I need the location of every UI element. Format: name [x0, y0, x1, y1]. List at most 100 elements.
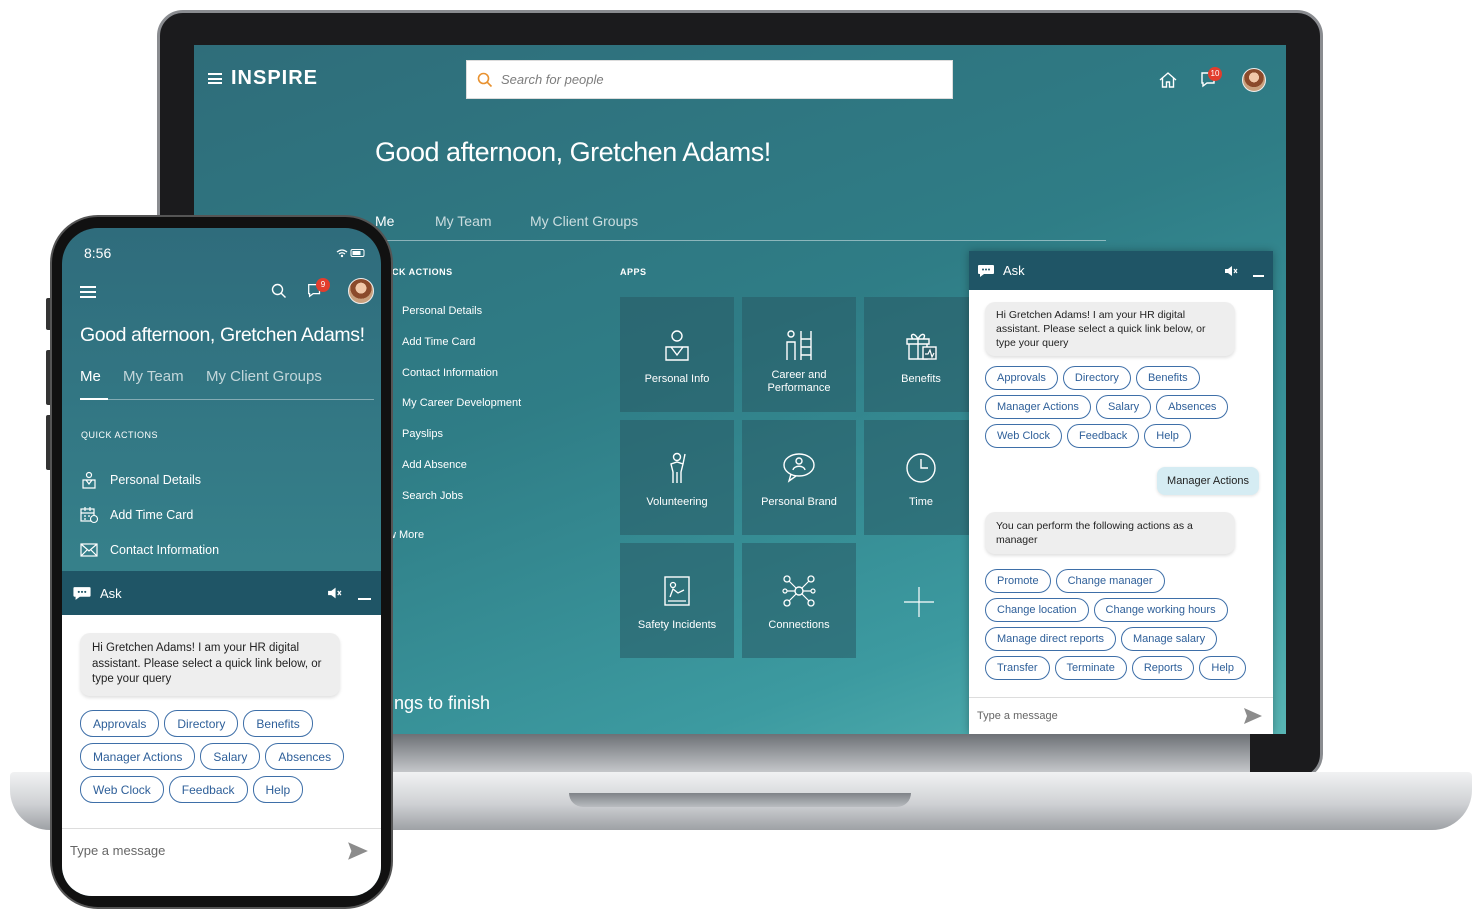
- chip-approvals[interactable]: Approvals: [80, 710, 160, 737]
- chip-reports[interactable]: Reports: [1131, 656, 1195, 680]
- chip-change-working-hours[interactable]: Change working hours: [1093, 598, 1228, 622]
- chip-change-location[interactable]: Change location: [985, 598, 1089, 622]
- chip-manage-salary[interactable]: Manage salary: [1121, 627, 1218, 651]
- clock-icon: [906, 453, 936, 483]
- chip-manager-actions[interactable]: Manager Actions: [985, 395, 1091, 419]
- chip-terminate[interactable]: Terminate: [1054, 656, 1127, 680]
- manager-links-row: Transfer Terminate Reports Help: [985, 656, 1251, 680]
- quick-action-personal-details[interactable]: Personal Details: [80, 471, 201, 489]
- search-input[interactable]: [501, 72, 921, 87]
- send-icon[interactable]: [1243, 707, 1263, 725]
- chip-absences[interactable]: Absences: [265, 743, 345, 770]
- chip-manager-actions[interactable]: Manager Actions: [80, 743, 196, 770]
- avatar[interactable]: [1242, 68, 1266, 92]
- tab-my-team[interactable]: My Team: [435, 213, 492, 229]
- quick-action-contact-information[interactable]: Contact Information: [80, 541, 219, 559]
- chip-web-clock[interactable]: Web Clock: [80, 776, 164, 803]
- notification-badge: 10: [1208, 67, 1222, 81]
- manager-links-row: Manage direct reports Manage salary: [985, 627, 1222, 651]
- chip-help-manager[interactable]: Help: [1199, 656, 1246, 680]
- quick-action-my-career-development[interactable]: My Career Development: [402, 397, 521, 428]
- chat-title: Ask: [100, 585, 122, 601]
- quick-actions-title: CK ACTIONS: [392, 267, 453, 277]
- mute-icon[interactable]: [327, 587, 342, 600]
- menu-icon[interactable]: [80, 286, 96, 298]
- search-icon: [477, 72, 493, 87]
- minimize-button[interactable]: [1253, 275, 1264, 277]
- assistant-message: Hi Gretchen Adams! I am your HR digital …: [985, 302, 1235, 356]
- message-input[interactable]: [977, 710, 1243, 722]
- quick-action-payslips[interactable]: Payslips: [402, 428, 521, 459]
- active-tab-indicator: [80, 398, 108, 400]
- app-tile-personal-info[interactable]: Personal Info: [620, 297, 734, 412]
- chip-web-clock[interactable]: Web Clock: [985, 424, 1062, 448]
- quick-links-row: Web Clock Feedback Help: [80, 776, 308, 803]
- chip-benefits[interactable]: Benefits: [1135, 366, 1200, 390]
- quick-actions-list: Personal Details Add Time Card Contact I…: [402, 305, 521, 521]
- chat-bubble-icon: [73, 586, 91, 600]
- app-tile-career-performance[interactable]: Career and Performance: [742, 297, 856, 412]
- status-icons: [336, 249, 365, 258]
- tab-my-client-groups[interactable]: My Client Groups: [530, 213, 638, 229]
- home-icon[interactable]: [1158, 71, 1178, 89]
- manager-links-row: Change location Change working hours: [985, 598, 1233, 622]
- tab-me[interactable]: Me: [375, 213, 394, 229]
- chat-header: Ask: [62, 571, 381, 615]
- mute-icon[interactable]: [1224, 265, 1238, 277]
- quick-action-add-time-card[interactable]: Add Time Card: [80, 506, 193, 524]
- chip-absences[interactable]: Absences: [1156, 395, 1229, 419]
- chip-salary[interactable]: Salary: [200, 743, 261, 770]
- app-tile-time[interactable]: Time: [864, 420, 978, 535]
- person-badge-icon: [665, 330, 689, 361]
- minimize-button[interactable]: [358, 598, 371, 600]
- app-tile-connections[interactable]: Connections: [742, 543, 856, 658]
- digital-assistant-panel: Ask Hi Gretchen Adams! I am your HR digi…: [62, 571, 381, 896]
- chat-title: Ask: [1003, 263, 1025, 278]
- chip-feedback[interactable]: Feedback: [168, 776, 248, 803]
- chip-help[interactable]: Help: [252, 776, 304, 803]
- chip-help[interactable]: Help: [1144, 424, 1191, 448]
- digital-assistant-panel: Ask Hi Gretchen Adams! I am your HR digi…: [969, 251, 1273, 734]
- notification-badge: 9: [316, 278, 330, 292]
- quick-links-row: Web Clock Feedback Help: [985, 424, 1196, 448]
- app-tile-volunteering[interactable]: Volunteering: [620, 420, 734, 535]
- chip-manage-direct-reports[interactable]: Manage direct reports: [985, 627, 1116, 651]
- tab-me[interactable]: Me: [80, 368, 101, 385]
- chip-transfer[interactable]: Transfer: [985, 656, 1050, 680]
- chip-salary[interactable]: Salary: [1095, 395, 1152, 419]
- things-to-finish-title: ings to finish: [390, 693, 491, 713]
- chip-approvals[interactable]: Approvals: [985, 366, 1058, 390]
- chip-feedback[interactable]: Feedback: [1066, 424, 1140, 448]
- chip-directory[interactable]: Directory: [164, 710, 239, 737]
- chip-directory[interactable]: Directory: [1062, 366, 1131, 390]
- chip-change-manager[interactable]: Change manager: [1055, 569, 1165, 593]
- message-input[interactable]: [70, 843, 347, 858]
- show-more-link[interactable]: w More: [388, 529, 424, 541]
- quick-action-personal-details[interactable]: Personal Details: [402, 305, 521, 336]
- add-app-icon[interactable]: [902, 585, 936, 619]
- tab-my-client-groups[interactable]: My Client Groups: [206, 368, 322, 385]
- search-bar[interactable]: [466, 60, 953, 99]
- quick-action-search-jobs[interactable]: Search Jobs: [402, 490, 521, 521]
- chip-benefits[interactable]: Benefits: [243, 710, 313, 737]
- menu-icon[interactable]: [208, 73, 222, 84]
- quick-action-add-absence[interactable]: Add Absence: [402, 459, 521, 490]
- laptop-notch: [569, 793, 911, 807]
- assistant-reply: You can perform the following actions as…: [985, 512, 1235, 554]
- avatar[interactable]: [348, 278, 374, 304]
- assistant-message: Hi Gretchen Adams! I am your HR digital …: [80, 633, 340, 696]
- app-tile-personal-brand[interactable]: Personal Brand: [742, 420, 856, 535]
- safety-clipboard-icon: [664, 576, 690, 606]
- tab-my-team[interactable]: My Team: [123, 368, 184, 385]
- app-tile-benefits[interactable]: Benefits: [864, 297, 978, 412]
- search-icon[interactable]: [271, 283, 287, 299]
- chip-promote[interactable]: Promote: [985, 569, 1051, 593]
- quick-action-contact-information[interactable]: Contact Information: [402, 367, 521, 398]
- app-tile-safety-incidents[interactable]: Safety Incidents: [620, 543, 734, 658]
- send-icon[interactable]: [347, 841, 369, 861]
- career-ladder-icon: [786, 330, 812, 360]
- quick-action-add-time-card[interactable]: Add Time Card: [402, 336, 521, 367]
- quick-links-row: Manager Actions Salary Absences: [80, 743, 349, 770]
- gift-icon: [906, 333, 937, 360]
- user-message: Manager Actions: [1157, 467, 1259, 495]
